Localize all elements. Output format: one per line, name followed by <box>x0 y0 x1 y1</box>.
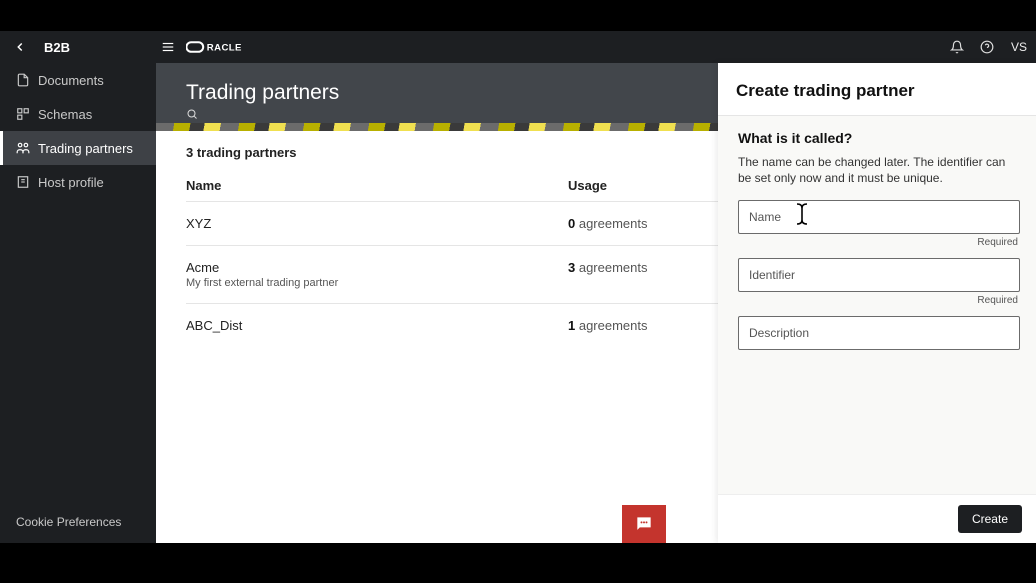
page-title: Trading partners <box>186 81 339 105</box>
oracle-logo-icon: RACLE <box>186 40 266 54</box>
host-icon <box>16 175 30 189</box>
row-name: Acme <box>186 260 568 275</box>
row-usage-text: agreements <box>575 216 647 231</box>
name-required: Required <box>738 237 1018 248</box>
notifications-button[interactable] <box>942 40 972 54</box>
row-name: ABC_Dist <box>186 318 568 333</box>
panel-title: Create trading partner <box>736 81 1018 101</box>
sidebar-item-schemas[interactable]: Schemas <box>0 97 156 131</box>
name-input[interactable] <box>739 201 1019 233</box>
panel-question: What is it called? <box>738 130 1020 146</box>
schema-icon <box>16 107 30 121</box>
document-icon <box>16 73 30 87</box>
name-field-wrap: Name <box>738 200 1020 234</box>
hamburger-button[interactable] <box>156 40 180 54</box>
sidebar-item-label: Trading partners <box>38 141 133 156</box>
sidebar: Documents Schemas Trading partners Host … <box>0 63 156 543</box>
sidebar-item-label: Host profile <box>38 175 104 190</box>
partners-icon <box>16 141 30 155</box>
row-usage-text: agreements <box>575 318 647 333</box>
identifier-required: Required <box>738 295 1018 306</box>
create-panel: Create trading partner What is it called… <box>718 63 1036 543</box>
chat-button[interactable] <box>622 505 666 543</box>
panel-hint: The name can be changed later. The ident… <box>738 154 1020 186</box>
description-input[interactable] <box>739 317 1019 349</box>
column-name: Name <box>186 178 568 193</box>
panel-footer: Create <box>718 494 1036 543</box>
module-title: B2B <box>44 40 156 55</box>
row-name: XYZ <box>186 216 568 231</box>
sidebar-item-label: Documents <box>38 73 104 88</box>
search-button[interactable] <box>186 107 198 124</box>
create-button[interactable]: Create <box>958 505 1022 533</box>
chat-icon <box>634 514 654 534</box>
search-icon <box>186 108 198 120</box>
sidebar-item-label: Schemas <box>38 107 92 122</box>
hamburger-icon <box>161 40 175 54</box>
oracle-logo: RACLE <box>186 40 266 54</box>
bell-icon <box>950 40 964 54</box>
help-icon <box>980 40 994 54</box>
sidebar-item-host-profile[interactable]: Host profile <box>0 165 156 199</box>
identifier-field-wrap: Identifier <box>738 258 1020 292</box>
top-bar: B2B RACLE VS <box>0 31 1036 63</box>
description-field-wrap: Description <box>738 316 1020 350</box>
sidebar-item-trading-partners[interactable]: Trading partners <box>0 131 156 165</box>
help-button[interactable] <box>972 40 1002 54</box>
cookie-preferences-link[interactable]: Cookie Preferences <box>0 501 156 543</box>
row-usage-text: agreements <box>575 260 647 275</box>
row-subtitle: My first external trading partner <box>186 277 568 289</box>
user-avatar[interactable]: VS <box>1002 40 1036 54</box>
chevron-left-icon <box>13 40 27 54</box>
svg-text:RACLE: RACLE <box>207 43 242 54</box>
panel-header: Create trading partner <box>718 63 1036 116</box>
sidebar-item-documents[interactable]: Documents <box>0 63 156 97</box>
identifier-input[interactable] <box>739 259 1019 291</box>
back-button[interactable] <box>0 40 40 54</box>
